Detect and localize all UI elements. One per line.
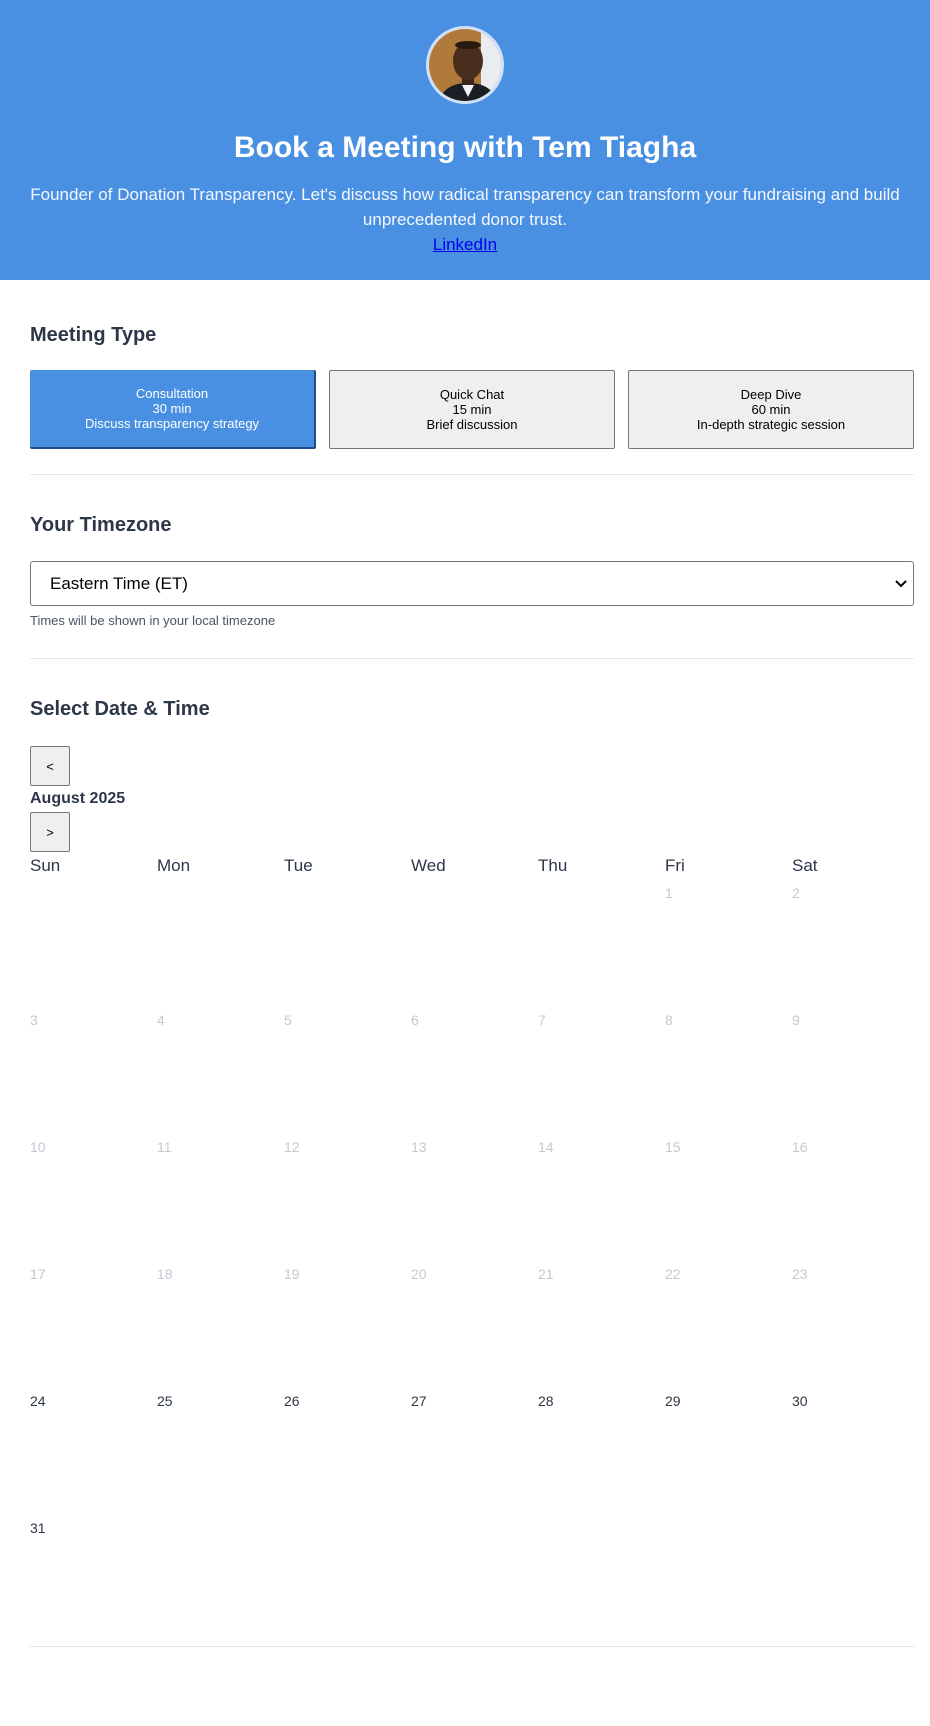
calendar-day: 15 — [665, 1139, 681, 1155]
meeting-type-consultation-button[interactable]: Consultation 30 min Discuss transparency… — [30, 370, 316, 449]
meeting-type-desc: In-depth strategic session — [696, 417, 846, 432]
calendar-day: 14 — [538, 1139, 554, 1155]
calendar-day: 10 — [30, 1139, 46, 1155]
avatar — [426, 26, 504, 104]
calendar-day: 5 — [284, 1012, 292, 1028]
calendar-day[interactable]: 26 — [284, 1392, 411, 1519]
calendar-day: 12 — [284, 1139, 300, 1155]
timezone-section: Your Timezone Eastern Time (ET) Times wi… — [30, 475, 914, 629]
page-header: Book a Meeting with Tem Tiagha Founder o… — [0, 0, 930, 280]
linkedin-link[interactable]: LinkedIn — [433, 232, 497, 257]
weekday-label: Tue — [284, 856, 313, 875]
calendar-grid: 1 2 3 4 5 6 7 8 9 10 11 12 13 14 15 16 1… — [30, 884, 914, 1646]
calendar-day: 1 — [665, 885, 673, 901]
next-month-button[interactable]: > — [30, 812, 70, 852]
meeting-type-name: Deep Dive — [740, 387, 802, 402]
chevron-down-icon — [895, 577, 907, 591]
section-divider — [30, 1646, 914, 1647]
weekday-header: Sun Mon Tue Wed Thu Fri Sat — [30, 855, 914, 877]
calendar-day: 22 — [665, 1266, 681, 1282]
calendar-day: 8 — [665, 1012, 673, 1028]
calendar-day: 11 — [157, 1139, 172, 1155]
calendar-day: 9 — [792, 1012, 800, 1028]
calendar-day: 18 — [157, 1266, 173, 1282]
weekday-label: Thu — [538, 856, 568, 875]
calendar-day[interactable]: 31 — [30, 1519, 157, 1646]
month-label: August 2025 — [30, 790, 126, 807]
date-time-section: Select Date & Time < August 2025 > Sun M… — [30, 659, 914, 1646]
meeting-type-desc: Brief discussion — [426, 417, 518, 432]
booking-content: Meeting Type Consultation 30 min Discuss… — [0, 280, 930, 1647]
calendar-empty-cell — [30, 884, 157, 1011]
calendar-day[interactable]: 27 — [411, 1392, 538, 1519]
calendar-day: 13 — [411, 1139, 427, 1155]
page-title: Book a Meeting with Tem Tiagha — [233, 131, 697, 164]
calendar-day[interactable]: 30 — [792, 1392, 919, 1519]
calendar-empty-cell — [411, 884, 538, 1011]
meeting-type-duration: 60 min — [751, 402, 791, 417]
calendar-day: 3 — [30, 1012, 38, 1028]
meeting-type-duration: 15 min — [452, 402, 492, 417]
timezone-select[interactable]: Eastern Time (ET) — [30, 561, 914, 606]
meeting-type-heading: Meeting Type — [30, 324, 157, 346]
timezone-heading: Your Timezone — [30, 514, 172, 536]
calendar-empty-cell — [538, 884, 665, 1011]
calendar-day[interactable]: 24 — [30, 1392, 157, 1519]
calendar-day: 20 — [411, 1266, 427, 1282]
weekday-label: Fri — [665, 856, 685, 875]
calendar-day: 4 — [157, 1012, 165, 1028]
calendar-day[interactable]: 28 — [538, 1392, 665, 1519]
calendar-day: 6 — [411, 1012, 419, 1028]
avatar-photo-icon — [429, 29, 501, 101]
meeting-type-options: Consultation 30 min Discuss transparency… — [30, 370, 914, 449]
calendar-day: 17 — [30, 1266, 46, 1282]
meeting-type-desc: Discuss transparency strategy — [84, 416, 260, 431]
calendar-day: 23 — [792, 1266, 808, 1282]
meeting-type-name: Quick Chat — [439, 387, 505, 402]
calendar-day: 19 — [284, 1266, 300, 1282]
meeting-type-name: Consultation — [135, 386, 209, 401]
weekday-label: Wed — [411, 856, 446, 875]
calendar-empty-cell — [284, 884, 411, 1011]
calendar-day: 7 — [538, 1012, 546, 1028]
page-description: Founder of Donation Transparency. Let's … — [30, 185, 900, 229]
weekday-label: Sun — [30, 856, 61, 875]
calendar-day[interactable]: 25 — [157, 1392, 284, 1519]
meeting-type-section: Meeting Type Consultation 30 min Discuss… — [30, 280, 914, 449]
timezone-selected-value: Eastern Time (ET) — [50, 573, 188, 593]
calendar-day[interactable]: 29 — [665, 1392, 792, 1519]
calendar-day: 21 — [538, 1266, 554, 1282]
calendar-empty-cell — [157, 884, 284, 1011]
weekday-label: Sat — [792, 856, 818, 875]
meeting-type-quick-chat-button[interactable]: Quick Chat 15 min Brief discussion — [329, 370, 615, 449]
prev-month-button[interactable]: < — [30, 746, 70, 786]
calendar-day: 2 — [792, 885, 800, 901]
date-time-heading: Select Date & Time — [30, 698, 210, 720]
meeting-type-duration: 30 min — [152, 401, 192, 416]
meeting-type-deep-dive-button[interactable]: Deep Dive 60 min In-depth strategic sess… — [628, 370, 914, 449]
weekday-label: Mon — [157, 856, 191, 875]
timezone-hint: Times will be shown in your local timezo… — [30, 613, 276, 628]
calendar-day: 16 — [792, 1139, 808, 1155]
